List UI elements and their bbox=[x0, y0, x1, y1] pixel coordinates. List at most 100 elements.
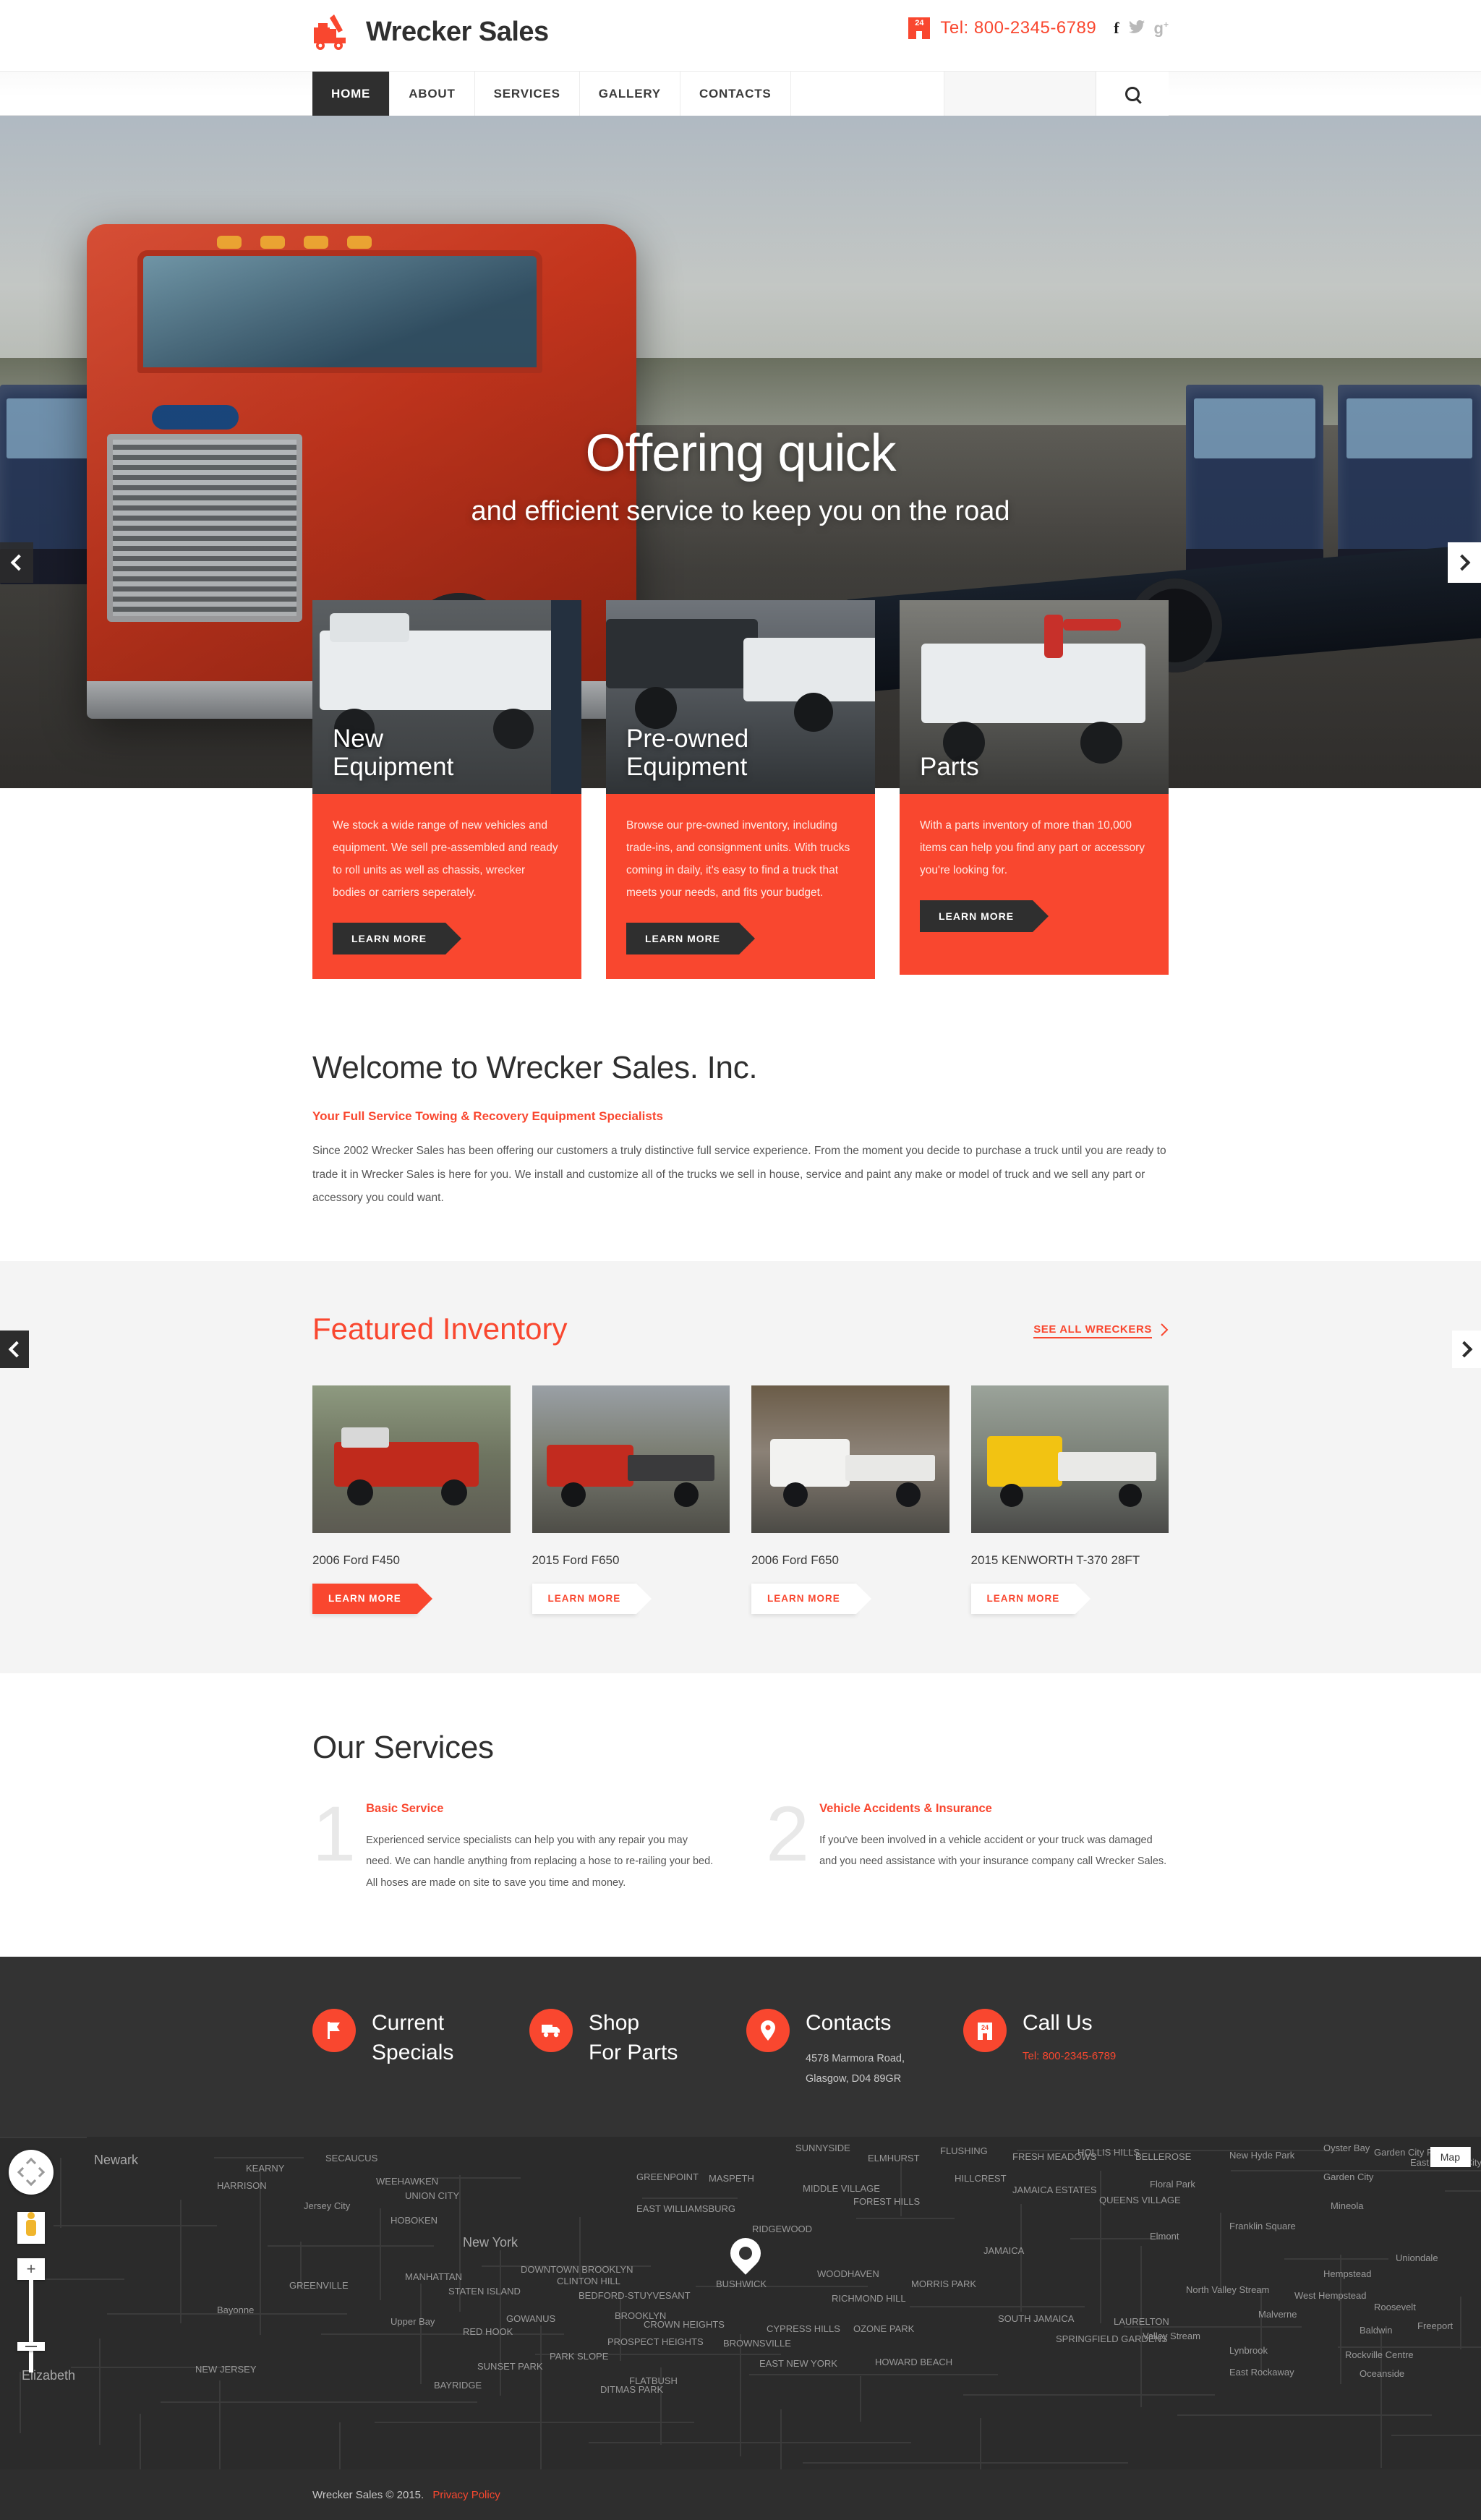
featured-inventory-section: Featured Inventory SEE ALL WRECKERS 2006… bbox=[0, 1260, 1481, 1673]
pan-left-icon[interactable] bbox=[17, 2167, 28, 2178]
inventory-learn-more-button[interactable]: LEARN MORE bbox=[532, 1583, 652, 1614]
map-label: East Rockaway bbox=[1229, 2367, 1294, 2378]
chevron-left-icon bbox=[8, 1341, 25, 1358]
map-marker[interactable] bbox=[724, 2231, 767, 2275]
search-input[interactable] bbox=[944, 72, 1096, 116]
street-view-pegman-icon[interactable] bbox=[17, 2212, 45, 2244]
map-label: FLUSHING bbox=[940, 2145, 988, 2157]
nav-item-services[interactable]: SERVICES bbox=[474, 72, 580, 116]
map-label: STATEN ISLAND bbox=[448, 2286, 521, 2297]
map-label: GOWANUS bbox=[506, 2313, 556, 2325]
page-root: Wrecker Sales 24 Tel: 800-2345-6789 f g+… bbox=[0, 0, 1481, 2520]
map-label: WOODHAVEN bbox=[817, 2268, 879, 2280]
map-street bbox=[589, 2442, 911, 2444]
hero-next-button[interactable] bbox=[1448, 542, 1481, 583]
map-zoom-slider-thumb[interactable] bbox=[17, 2342, 45, 2352]
nav-item-about[interactable]: ABOUT bbox=[390, 72, 475, 116]
twitter-icon[interactable] bbox=[1128, 20, 1145, 36]
map-label: JAMAICA ESTATES bbox=[1012, 2184, 1097, 2196]
map-label: Oceanside bbox=[1360, 2368, 1405, 2380]
pan-up-icon[interactable] bbox=[25, 2158, 37, 2169]
map-street bbox=[1020, 2204, 1022, 2312]
map-label: Roosevelt bbox=[1374, 2302, 1416, 2313]
header-phone[interactable]: Tel: 800-2345-6789 bbox=[940, 18, 1096, 38]
google-plus-icon[interactable]: g+ bbox=[1154, 20, 1169, 36]
truck-icon bbox=[529, 2008, 573, 2052]
service-item: 1 Basic Service Experienced service spec… bbox=[312, 1794, 715, 1895]
map-street bbox=[1460, 2297, 1461, 2350]
map-label: BELLEROSE bbox=[1135, 2151, 1192, 2163]
nav-item-gallery[interactable]: GALLERY bbox=[579, 72, 680, 116]
map-label: CYPRESS HILLS bbox=[767, 2323, 840, 2335]
map-street bbox=[900, 2162, 902, 2217]
map-label: PROSPECT HEIGHTS bbox=[607, 2336, 704, 2348]
chevron-left-icon bbox=[10, 554, 27, 571]
footer-heading: Call Us bbox=[1023, 2010, 1093, 2035]
card-body: Browse our pre-owned inventory, includin… bbox=[606, 794, 875, 979]
feature-card-pre-owned-equipment: Pre-owned Equipment Browse our pre-owned… bbox=[606, 600, 875, 979]
map-street bbox=[980, 2418, 981, 2470]
footer-phone[interactable]: Tel: 800-2345-6789 bbox=[1023, 2050, 1116, 2062]
map-label: UNION CITY bbox=[405, 2190, 460, 2202]
pan-down-icon[interactable] bbox=[25, 2176, 37, 2187]
inventory-thumbnail[interactable] bbox=[532, 1385, 730, 1533]
nav-item-home[interactable]: HOME bbox=[312, 72, 390, 116]
map-zoom-control: + bbox=[17, 2258, 45, 2373]
map-label: WEEHAWKEN bbox=[376, 2176, 439, 2187]
hero-prev-button[interactable] bbox=[0, 542, 33, 583]
inventory-learn-more-button[interactable]: LEARN MORE bbox=[312, 1583, 432, 1614]
service-heading: Vehicle Accidents & Insurance bbox=[819, 1801, 992, 1815]
map-label: HOLLIS HILLS bbox=[1077, 2147, 1140, 2158]
inventory-learn-more-button[interactable]: LEARN MORE bbox=[751, 1583, 871, 1614]
learn-more-button[interactable]: LEARN MORE bbox=[920, 900, 1049, 932]
map-label: BAYRIDGE bbox=[434, 2380, 482, 2391]
card-image: Pre-owned Equipment bbox=[606, 600, 875, 794]
map-label: Newark bbox=[94, 2153, 139, 2168]
inventory-thumbnail[interactable] bbox=[970, 1385, 1169, 1533]
map-zoom-slider-track[interactable] bbox=[17, 2280, 45, 2373]
map-label: RED HOOK bbox=[463, 2326, 513, 2338]
map-type-control[interactable]: Map bbox=[1430, 2147, 1471, 2168]
map-street bbox=[803, 2462, 1128, 2464]
services-section: Our Services 1 Basic Service Experienced… bbox=[312, 1673, 1169, 1957]
learn-more-button[interactable]: LEARN MORE bbox=[333, 923, 462, 954]
inventory-item: 2015 KENWORTH T-370 28FT LEARN MORE bbox=[970, 1385, 1169, 1614]
privacy-policy-link[interactable]: Privacy Policy bbox=[432, 2489, 500, 2501]
welcome-section: Welcome to Wrecker Sales. Inc. Your Full… bbox=[312, 979, 1169, 1261]
inventory-learn-more-button[interactable]: LEARN MORE bbox=[970, 1583, 1091, 1614]
pan-right-icon[interactable] bbox=[34, 2167, 46, 2178]
search-button[interactable] bbox=[1096, 72, 1169, 116]
facebook-icon[interactable]: f bbox=[1114, 20, 1119, 36]
map-label: North Valley Stream bbox=[1186, 2284, 1270, 2296]
map-street bbox=[856, 2218, 955, 2220]
map-street bbox=[321, 2333, 564, 2336]
map-street bbox=[1391, 2435, 1481, 2437]
map-street bbox=[740, 2334, 741, 2457]
map-label: Elmont bbox=[1150, 2231, 1179, 2242]
main-navigation: HOME ABOUT SERVICES GALLERY CONTACTS bbox=[0, 71, 1481, 116]
learn-more-button[interactable]: LEARN MORE bbox=[626, 923, 756, 954]
map-label: FOREST HILLS bbox=[853, 2196, 921, 2208]
map-street bbox=[380, 2208, 381, 2301]
card-title: New Equipment bbox=[333, 724, 454, 781]
brand-logo-link[interactable]: Wrecker Sales bbox=[312, 13, 549, 51]
footer-shop-for-parts[interactable]: Shop For Parts bbox=[529, 2008, 746, 2089]
footer-current-specials[interactable]: Current Specials bbox=[312, 2008, 529, 2089]
featured-prev-button[interactable] bbox=[0, 1331, 29, 1368]
badge-24-icon: 24 bbox=[908, 17, 931, 39]
map-type-button[interactable]: Map bbox=[1430, 2147, 1471, 2168]
see-all-wreckers-link[interactable]: SEE ALL WRECKERS bbox=[1033, 1323, 1169, 1339]
map-street bbox=[540, 2325, 542, 2470]
location-map[interactable]: Newark Jersey City New York Elizabeth Bayonn… bbox=[0, 2137, 1481, 2470]
map-street bbox=[339, 2422, 341, 2470]
map-label: New Hyde Park bbox=[1229, 2150, 1295, 2161]
map-pan-control[interactable] bbox=[9, 2150, 54, 2195]
map-label: GREENVILLE bbox=[289, 2280, 349, 2292]
featured-next-button[interactable] bbox=[1452, 1331, 1481, 1368]
map-label: Mineola bbox=[1331, 2200, 1364, 2212]
nav-item-contacts[interactable]: CONTACTS bbox=[680, 72, 791, 116]
map-street bbox=[214, 2157, 304, 2159]
map-zoom-in-button[interactable]: + bbox=[17, 2258, 45, 2281]
inventory-thumbnail[interactable] bbox=[312, 1385, 511, 1533]
inventory-thumbnail[interactable] bbox=[751, 1385, 949, 1533]
